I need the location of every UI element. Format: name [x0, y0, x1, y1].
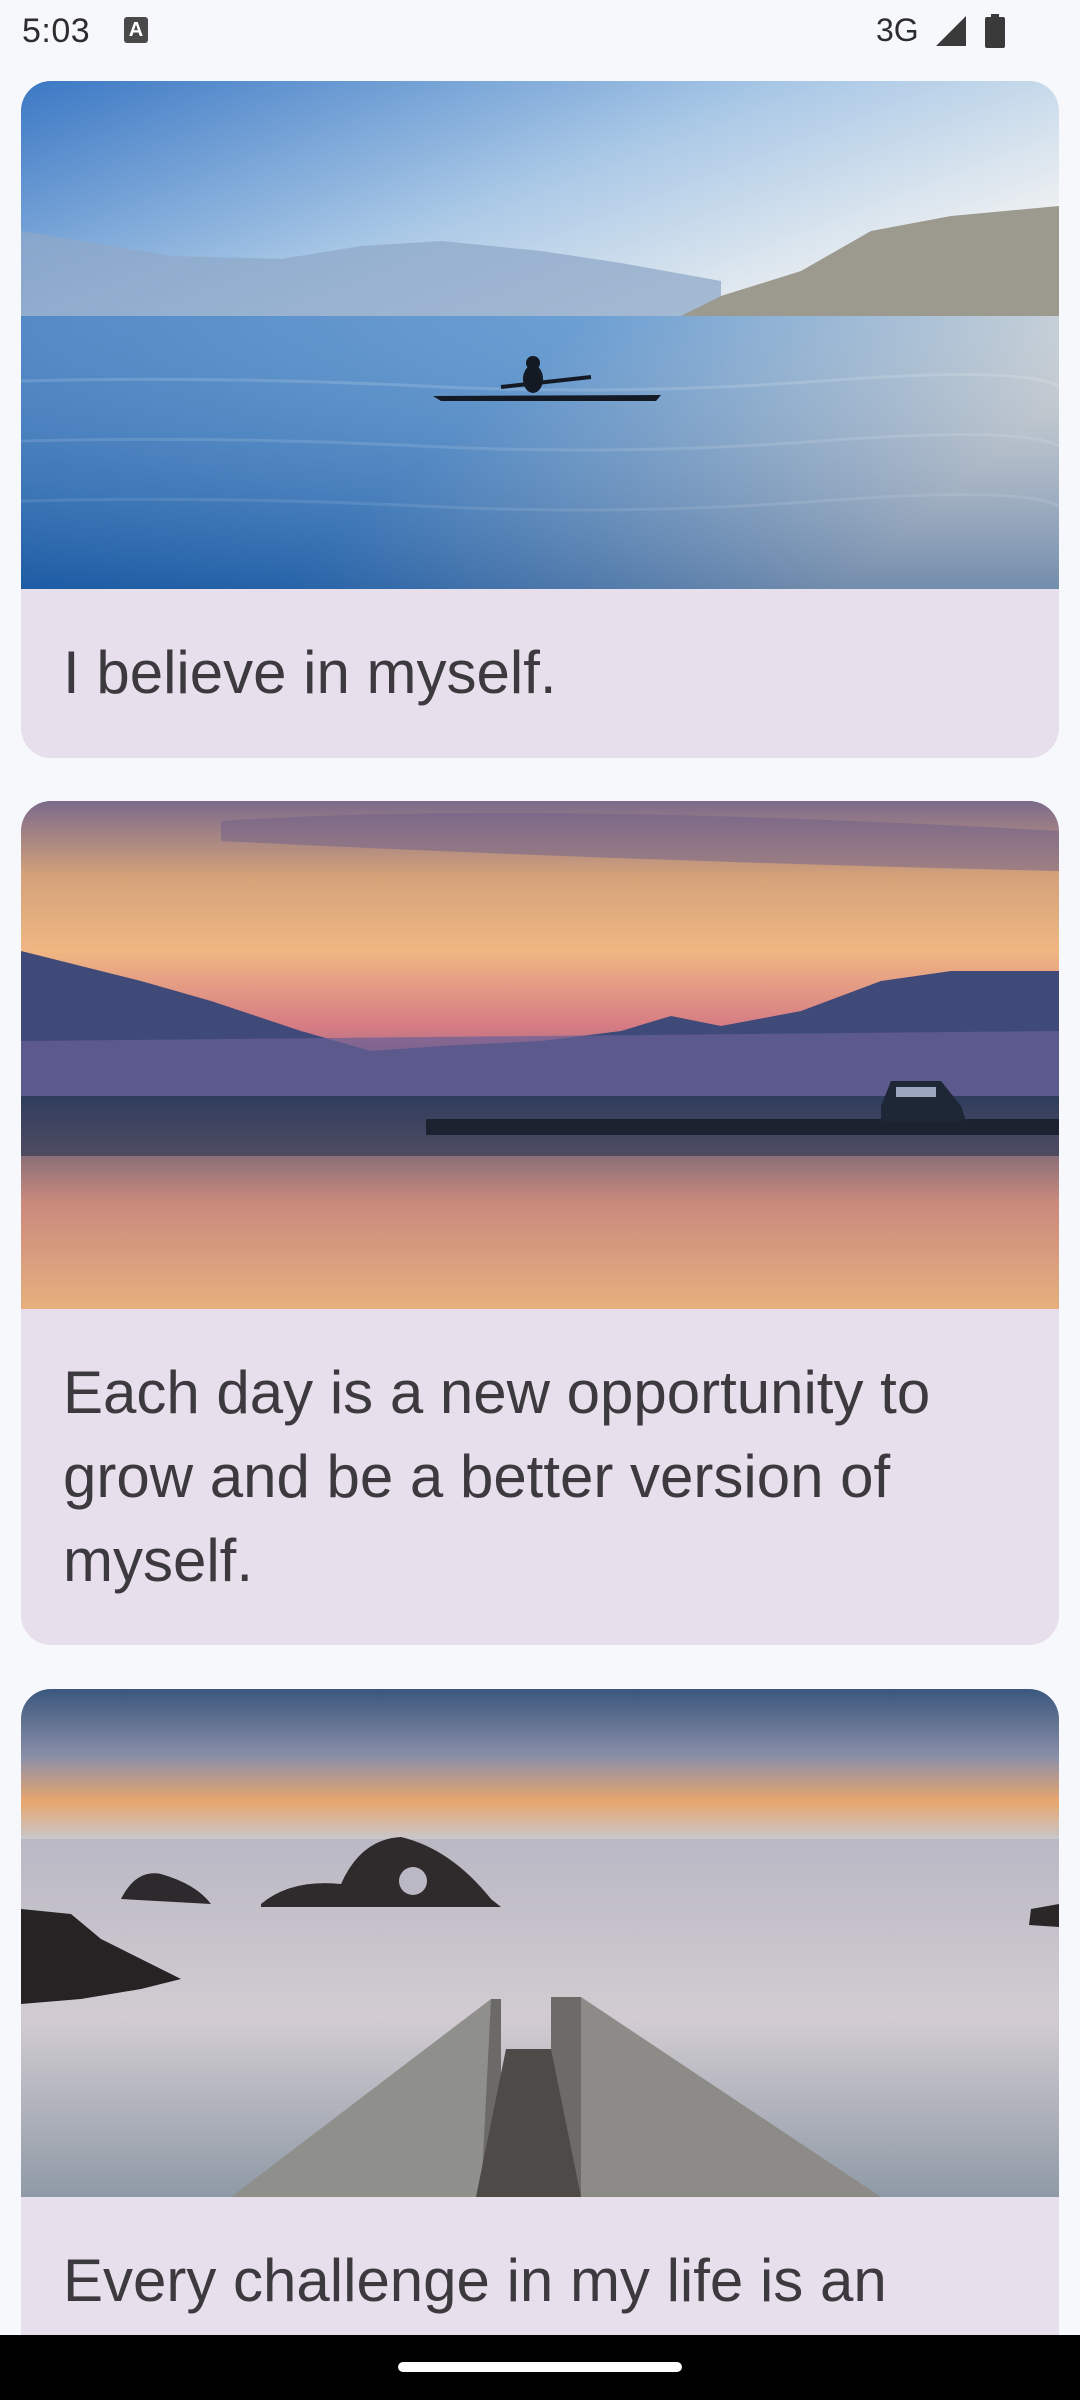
status-bar: 5:03 A 3G [0, 0, 1080, 62]
affirmation-card[interactable]: Each day is a new opportunity to grow an… [21, 801, 1059, 1645]
affirmation-text: I believe in myself. [63, 639, 557, 706]
affirmation-text: Each day is a new opportunity to grow an… [63, 1359, 931, 1594]
affirmation-text: Every challenge in my life is an [63, 2247, 887, 2314]
sunset-lake-dock-photo [21, 801, 1059, 1309]
signal-icon [936, 16, 966, 46]
seaside-ramp-rocks-photo [21, 1689, 1059, 2197]
status-time: 5:03 [22, 12, 91, 50]
battery-icon [985, 14, 1005, 48]
lake-kayak-photo [21, 81, 1059, 589]
a-icon: A [124, 17, 148, 43]
affirmation-card[interactable]: I believe in myself. [21, 81, 1059, 758]
affirmation-card[interactable]: Every challenge in my life is an [21, 1689, 1059, 2400]
home-gesture-handle[interactable] [398, 2362, 682, 2372]
network-type: 3G [876, 12, 919, 48]
